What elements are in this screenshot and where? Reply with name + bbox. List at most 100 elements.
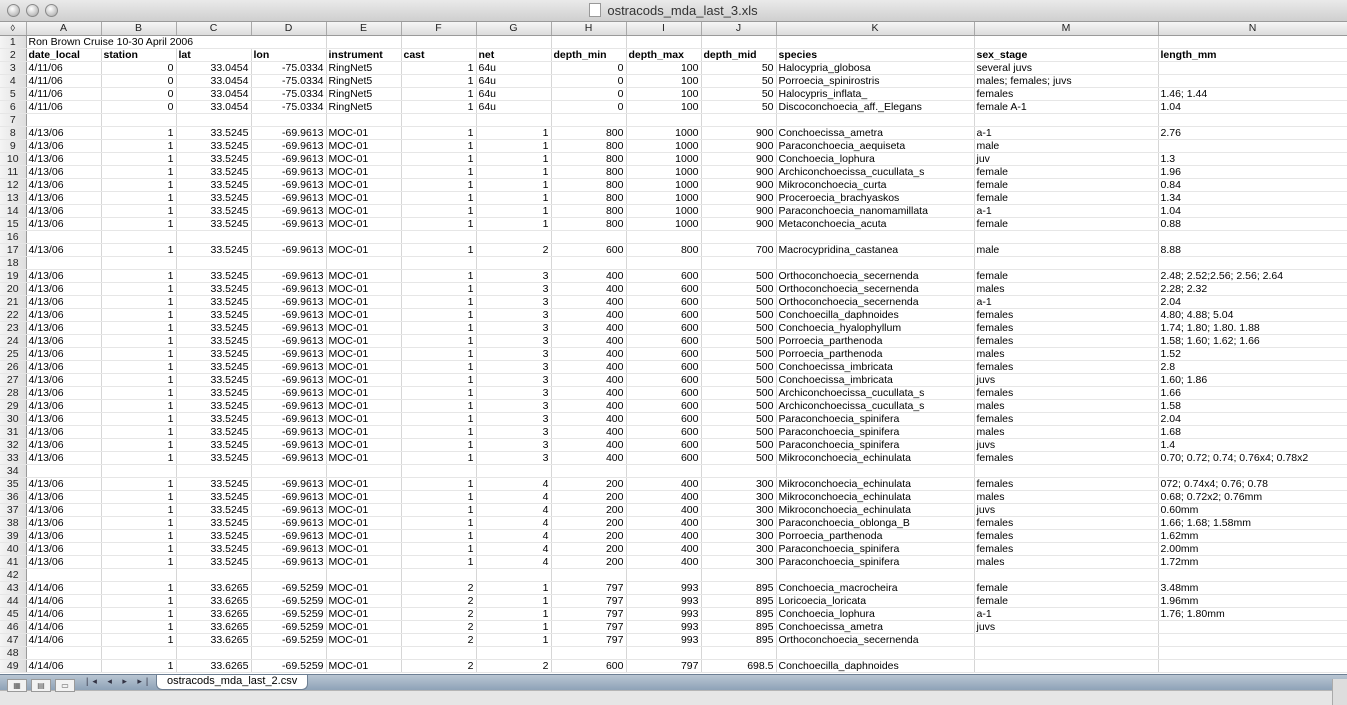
cell-J[interactable]: 50 <box>701 74 777 88</box>
cell-F[interactable]: 1 <box>401 269 477 283</box>
cell-C[interactable]: 33.5245 <box>176 516 252 530</box>
cell-A[interactable] <box>26 464 102 478</box>
cell-C[interactable] <box>176 256 252 270</box>
cell-F[interactable]: 1 <box>401 87 477 101</box>
row-header[interactable]: 39 <box>0 529 27 543</box>
cell-I[interactable]: 400 <box>626 477 702 491</box>
cell-N[interactable] <box>1158 74 1347 88</box>
cell-J[interactable]: 698.5 <box>701 659 777 673</box>
cell-D[interactable] <box>251 464 327 478</box>
cell-F[interactable]: 1 <box>401 412 477 426</box>
cell-D[interactable]: -69.5259 <box>251 620 327 634</box>
cell-H[interactable]: 200 <box>551 503 627 517</box>
cell-K[interactable]: Mikroconchoecia_echinulata <box>776 503 975 517</box>
cell-E[interactable]: instrument <box>326 48 402 62</box>
cell-K[interactable]: Mikroconchoecia_echinulata <box>776 451 975 465</box>
cell-B[interactable]: 1 <box>101 347 177 361</box>
cell-H[interactable]: 797 <box>551 594 627 608</box>
cell-C[interactable] <box>176 464 252 478</box>
cell-M[interactable] <box>974 646 1159 660</box>
cell-A[interactable]: 4/13/06 <box>26 555 102 569</box>
cell-K[interactable] <box>776 646 975 660</box>
cell-G[interactable]: 4 <box>476 503 552 517</box>
cell-F[interactable]: 1 <box>401 425 477 439</box>
cell-I[interactable]: 600 <box>626 386 702 400</box>
column-header-H[interactable]: H <box>551 22 627 36</box>
cell-K[interactable]: Conchoecilla_daphnoides <box>776 308 975 322</box>
row-header[interactable]: 18 <box>0 256 27 270</box>
cell-C[interactable]: 33.5245 <box>176 425 252 439</box>
cell-J[interactable]: 500 <box>701 347 777 361</box>
cell-F[interactable]: 1 <box>401 178 477 192</box>
cell-D[interactable]: -69.9613 <box>251 126 327 140</box>
cell-M[interactable]: male <box>974 139 1159 153</box>
cell-G[interactable]: 64u <box>476 74 552 88</box>
cell-K[interactable]: Porroecia_parthenoda <box>776 529 975 543</box>
cell-K[interactable]: Halocypris_inflata_ <box>776 87 975 101</box>
row-header[interactable]: 10 <box>0 152 27 166</box>
cell-B[interactable] <box>101 113 177 127</box>
cell-N[interactable]: 2.28; 2.32 <box>1158 282 1347 296</box>
cell-B[interactable]: 1 <box>101 126 177 140</box>
cell-N[interactable]: 0.88 <box>1158 217 1347 231</box>
cell-N[interactable]: 8.88 <box>1158 243 1347 257</box>
cell-N[interactable] <box>1158 633 1347 647</box>
cell-F[interactable]: 2 <box>401 659 477 673</box>
cell-E[interactable]: MOC-01 <box>326 542 402 556</box>
cell-C[interactable]: 33.5245 <box>176 282 252 296</box>
cell-D[interactable]: -69.9613 <box>251 360 327 374</box>
cell-D[interactable]: -69.9613 <box>251 178 327 192</box>
cell-J[interactable]: 900 <box>701 165 777 179</box>
cell-N[interactable] <box>1158 35 1347 49</box>
cell-G[interactable]: 3 <box>476 295 552 309</box>
cell-H[interactable]: 600 <box>551 243 627 257</box>
cell-M[interactable]: female <box>974 581 1159 595</box>
cell-D[interactable]: lon <box>251 48 327 62</box>
cell-H[interactable]: 200 <box>551 477 627 491</box>
cell-K[interactable]: Conchoecissa_ametra <box>776 620 975 634</box>
row-header[interactable]: 40 <box>0 542 27 556</box>
cell-J[interactable]: 500 <box>701 386 777 400</box>
cell-A[interactable]: Ron Brown Cruise 10-30 April 2006 <box>26 35 327 49</box>
cell-K[interactable]: Conchoecia_hyalophyllum <box>776 321 975 335</box>
cell-A[interactable]: 4/13/06 <box>26 321 102 335</box>
cell-K[interactable]: Paraconchoecia_spinifera <box>776 425 975 439</box>
cell-F[interactable]: 1 <box>401 516 477 530</box>
cell-H[interactable]: depth_min <box>551 48 627 62</box>
cell-I[interactable]: 600 <box>626 373 702 387</box>
cell-D[interactable]: -69.9613 <box>251 399 327 413</box>
cell-J[interactable]: 900 <box>701 204 777 218</box>
cell-D[interactable]: -69.9613 <box>251 529 327 543</box>
spreadsheet-grid[interactable]: ◊ ABCDEFGHIJKMN 1 Ron Brown Cruise 10-30 … <box>0 22 1347 674</box>
row-header[interactable]: 26 <box>0 360 27 374</box>
cell-J[interactable]: 500 <box>701 425 777 439</box>
cell-B[interactable]: 1 <box>101 529 177 543</box>
cell-K[interactable]: Macrocypridina_castanea <box>776 243 975 257</box>
cell-H[interactable]: 800 <box>551 139 627 153</box>
cell-G[interactable] <box>476 568 552 582</box>
cell-F[interactable]: 1 <box>401 438 477 452</box>
cell-A[interactable]: 4/11/06 <box>26 100 102 114</box>
cell-J[interactable]: 500 <box>701 412 777 426</box>
cell-K[interactable]: species <box>776 48 975 62</box>
select-all-corner[interactable]: ◊ <box>0 22 27 36</box>
cell-K[interactable]: Paraconchoecia_nanomamillata <box>776 204 975 218</box>
cell-M[interactable]: juvs <box>974 438 1159 452</box>
cell-E[interactable]: MOC-01 <box>326 282 402 296</box>
cell-B[interactable]: 1 <box>101 295 177 309</box>
cell-M[interactable]: juvs <box>974 373 1159 387</box>
cell-B[interactable]: 1 <box>101 607 177 621</box>
cell-B[interactable]: 1 <box>101 217 177 231</box>
cell-K[interactable]: Halocypria_globosa <box>776 61 975 75</box>
cell-I[interactable]: 600 <box>626 321 702 335</box>
cell-M[interactable]: males <box>974 490 1159 504</box>
row-header[interactable]: 29 <box>0 399 27 413</box>
cell-B[interactable]: 1 <box>101 620 177 634</box>
cell-G[interactable]: 1 <box>476 594 552 608</box>
cell-N[interactable]: 072; 0.74x4; 0.76; 0.78 <box>1158 477 1347 491</box>
row-header[interactable]: 30 <box>0 412 27 426</box>
cell-N[interactable] <box>1158 659 1347 673</box>
cell-E[interactable] <box>326 113 402 127</box>
cell-M[interactable]: female <box>974 269 1159 283</box>
cell-F[interactable]: 2 <box>401 620 477 634</box>
